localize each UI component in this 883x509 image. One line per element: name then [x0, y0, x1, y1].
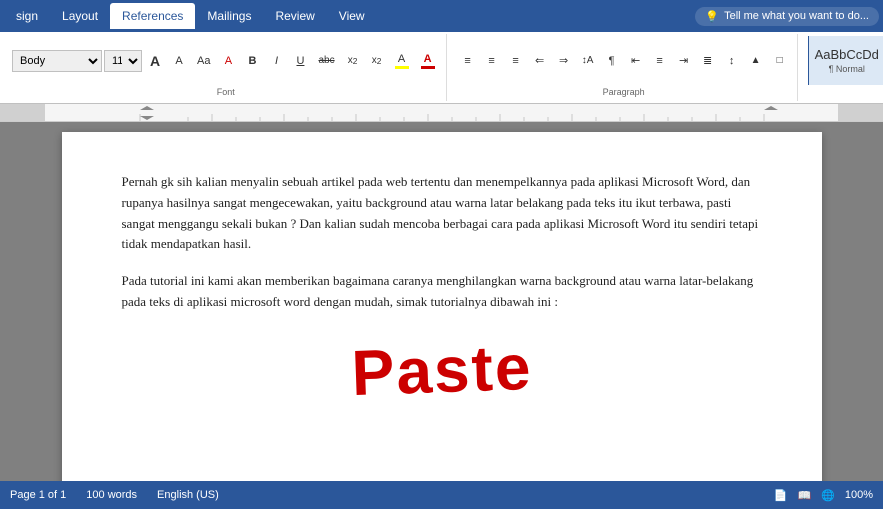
- tab-review[interactable]: Review: [263, 3, 326, 29]
- increase-indent-button[interactable]: ⇒: [553, 50, 575, 72]
- shading-button[interactable]: ▲: [745, 50, 767, 72]
- tell-me-text: Tell me what you want to do...: [724, 10, 869, 22]
- bold-button[interactable]: B: [241, 50, 263, 72]
- bullets-button[interactable]: ≡: [457, 50, 479, 72]
- font-group: Body Calibri Times New Roman 11 10 12 14…: [6, 34, 447, 101]
- shrink-font-button[interactable]: A: [168, 50, 190, 72]
- zoom-level: 100%: [845, 489, 873, 501]
- paragraph-2[interactable]: Pada tutorial ini kami akan memberikan b…: [122, 271, 762, 313]
- view-read[interactable]: 📖: [797, 489, 811, 502]
- align-center-button[interactable]: ≡: [649, 50, 671, 72]
- style-normal-label: ¶ Normal: [829, 64, 865, 74]
- paragraph-controls: ≡ ≡ ≡ ⇐ ⇒ ↕A ¶ ⇤ ≡ ⇥ ≣ ↕ ▲ □: [457, 36, 791, 85]
- word-count: 100 words: [86, 489, 137, 501]
- paste-word: Paste: [120, 322, 762, 418]
- status-bar: Page 1 of 1 100 words English (US) 📄 📖 🌐…: [0, 481, 883, 509]
- underline-button[interactable]: U: [289, 50, 311, 72]
- paragraph-group-label: Paragraph: [603, 87, 645, 99]
- multilevel-list-button[interactable]: ≡: [505, 50, 527, 72]
- tab-sign[interactable]: sign: [4, 3, 50, 29]
- font-controls: Body Calibri Times New Roman 11 10 12 14…: [12, 36, 440, 85]
- change-case-button[interactable]: Aa: [192, 50, 215, 72]
- tab-bar: sign Layout References Mailings Review V…: [0, 0, 883, 32]
- language-info: English (US): [157, 489, 219, 501]
- paragraph-1[interactable]: Pernah gk sih kalian menyalin sebuah art…: [122, 172, 762, 255]
- superscript-button[interactable]: x2: [366, 50, 388, 72]
- decrease-indent-button[interactable]: ⇐: [529, 50, 551, 72]
- tab-layout[interactable]: Layout: [50, 3, 110, 29]
- ruler-svg: [0, 104, 883, 122]
- document-area[interactable]: Pernah gk sih kalian menyalin sebuah art…: [0, 122, 883, 481]
- numbering-button[interactable]: ≡: [481, 50, 503, 72]
- sort-button[interactable]: ↕A: [577, 50, 599, 72]
- grow-font-button[interactable]: A: [144, 50, 166, 72]
- style-normal[interactable]: AaBbCcDd ¶ Normal: [808, 36, 883, 85]
- justify-button[interactable]: ≣: [697, 50, 719, 72]
- styles-container: AaBbCcDd ¶ Normal AaBbCcDc ¶ No Spac... …: [808, 36, 883, 85]
- lightbulb-icon: 💡: [705, 10, 719, 23]
- tab-view[interactable]: View: [327, 3, 377, 29]
- text-highlight-button[interactable]: A: [390, 50, 414, 72]
- view-web[interactable]: 🌐: [821, 489, 835, 502]
- font-family-select[interactable]: Body Calibri Times New Roman: [12, 50, 102, 72]
- line-spacing-button[interactable]: ↕: [721, 50, 743, 72]
- ribbon-row: Body Calibri Times New Roman 11 10 12 14…: [0, 32, 883, 104]
- view-print-layout[interactable]: 📄: [774, 489, 788, 502]
- paragraph-group: ≡ ≡ ≡ ⇐ ⇒ ↕A ¶ ⇤ ≡ ⇥ ≣ ↕ ▲ □ P: [451, 34, 798, 101]
- tab-references[interactable]: References: [110, 3, 195, 29]
- ribbon: Body Calibri Times New Roman 11 10 12 14…: [0, 32, 883, 104]
- tab-mailings[interactable]: Mailings: [195, 3, 263, 29]
- font-size-select[interactable]: 11 10 12 14: [104, 50, 142, 72]
- ruler: [0, 104, 883, 122]
- align-left-button[interactable]: ⇤: [625, 50, 647, 72]
- page-info: Page 1 of 1: [10, 489, 66, 501]
- status-right: 📄 📖 🌐 100%: [774, 489, 873, 502]
- font-group-label: Font: [217, 87, 235, 99]
- style-normal-preview: AaBbCcDd: [815, 47, 879, 62]
- italic-button[interactable]: I: [265, 50, 287, 72]
- strikethrough-button[interactable]: abc: [313, 50, 339, 72]
- subscript-button[interactable]: x2: [342, 50, 364, 72]
- styles-group: AaBbCcDd ¶ Normal AaBbCcDc ¶ No Spac... …: [802, 34, 883, 101]
- font-color-button[interactable]: A: [416, 50, 440, 72]
- show-para-button[interactable]: ¶: [601, 50, 623, 72]
- clear-formatting-button[interactable]: A: [217, 50, 239, 72]
- page: Pernah gk sih kalian menyalin sebuah art…: [62, 132, 822, 481]
- tell-me-box[interactable]: 💡 Tell me what you want to do...: [695, 7, 879, 26]
- borders-button[interactable]: □: [769, 50, 791, 72]
- align-right-button[interactable]: ⇥: [673, 50, 695, 72]
